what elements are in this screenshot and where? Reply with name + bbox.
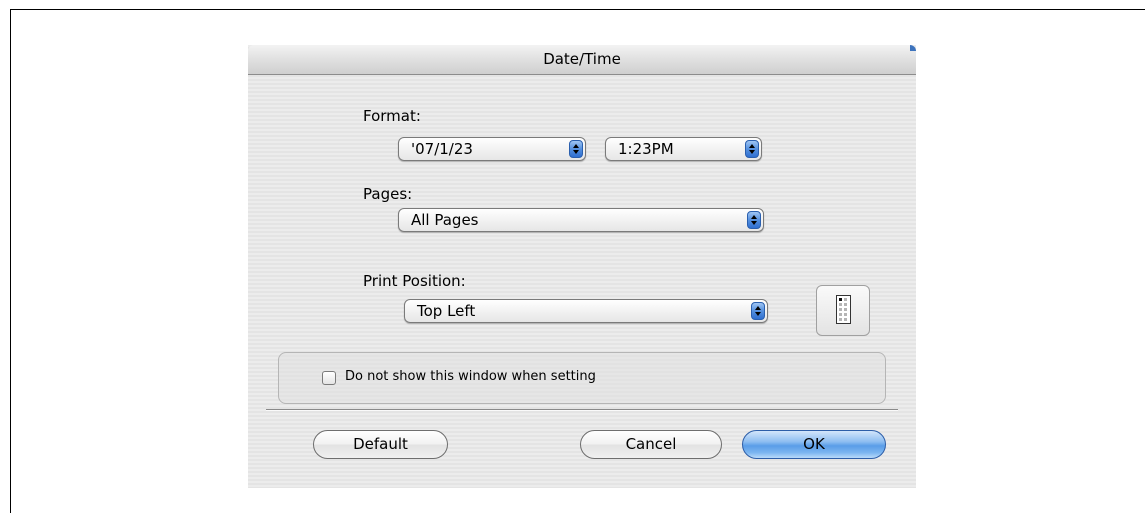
dialog-title: Date/Time (543, 50, 621, 68)
print-position-value: Top Left (417, 302, 476, 320)
frame-top-border (10, 9, 1145, 10)
page-position-icon[interactable] (816, 285, 870, 336)
frame-left-border (10, 9, 11, 513)
up-down-arrows-icon (569, 140, 583, 158)
pages-label: Pages: (363, 185, 413, 203)
page-sheet (836, 295, 851, 324)
up-down-arrows-icon (751, 302, 765, 320)
up-down-arrows-icon (747, 211, 761, 229)
do-not-show-checkbox[interactable] (322, 371, 336, 385)
pages-value: All Pages (411, 211, 479, 229)
do-not-show-label[interactable]: Do not show this window when setting (345, 369, 596, 384)
cancel-button[interactable]: Cancel (580, 430, 722, 459)
print-position-label: Print Position: (363, 272, 466, 290)
button-separator (266, 409, 898, 411)
pages-select[interactable]: All Pages (398, 208, 764, 232)
date-format-value: '07/1/23 (411, 140, 473, 158)
up-down-arrows-icon (745, 140, 759, 158)
title-bar: Date/Time (248, 45, 916, 75)
time-format-value: 1:23PM (618, 140, 674, 158)
date-format-select[interactable]: '07/1/23 (398, 137, 586, 161)
date-time-dialog: Date/Time Format: '07/1/23 1:23PM Pages:… (248, 45, 916, 488)
print-position-select[interactable]: Top Left (404, 299, 768, 323)
default-button[interactable]: Default (313, 430, 448, 459)
time-format-select[interactable]: 1:23PM (605, 137, 762, 161)
ok-button[interactable]: OK (742, 430, 886, 459)
options-group: Do not show this window when setting (278, 352, 886, 404)
format-label: Format: (363, 107, 421, 125)
title-bar-corner (910, 45, 916, 51)
